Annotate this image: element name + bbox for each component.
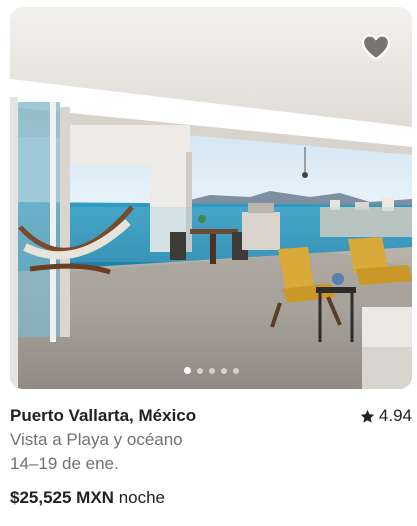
heart-icon <box>361 34 391 61</box>
listing-card[interactable]: Puerto Vallarta, México 4.94 Vista a Pla… <box>0 0 417 526</box>
listing-photo-image <box>10 7 412 389</box>
carousel-dot[interactable] <box>232 367 239 374</box>
carousel-dot[interactable] <box>208 367 215 374</box>
listing-info: Puerto Vallarta, México 4.94 Vista a Pla… <box>10 404 412 510</box>
listing-price-row: $25,525 MXN noche <box>10 486 412 510</box>
favorite-button[interactable] <box>360 31 392 63</box>
carousel-dot[interactable] <box>183 367 191 374</box>
price-unit: noche <box>118 488 166 507</box>
listing-photo[interactable] <box>10 7 412 389</box>
rating-value: 4.94 <box>378 406 412 425</box>
listing-description: Vista a Playa y océano <box>10 430 183 449</box>
carousel-dots <box>10 367 412 374</box>
star-icon <box>360 409 375 423</box>
listing-price: $25,525 MXN <box>10 488 114 507</box>
carousel-dot[interactable] <box>196 367 203 374</box>
listing-rating: 4.94 <box>360 406 412 426</box>
listing-dates: 14–19 de ene. <box>10 454 119 473</box>
carousel-dot[interactable] <box>220 367 227 374</box>
listing-location: Puerto Vallarta, México <box>10 406 197 425</box>
